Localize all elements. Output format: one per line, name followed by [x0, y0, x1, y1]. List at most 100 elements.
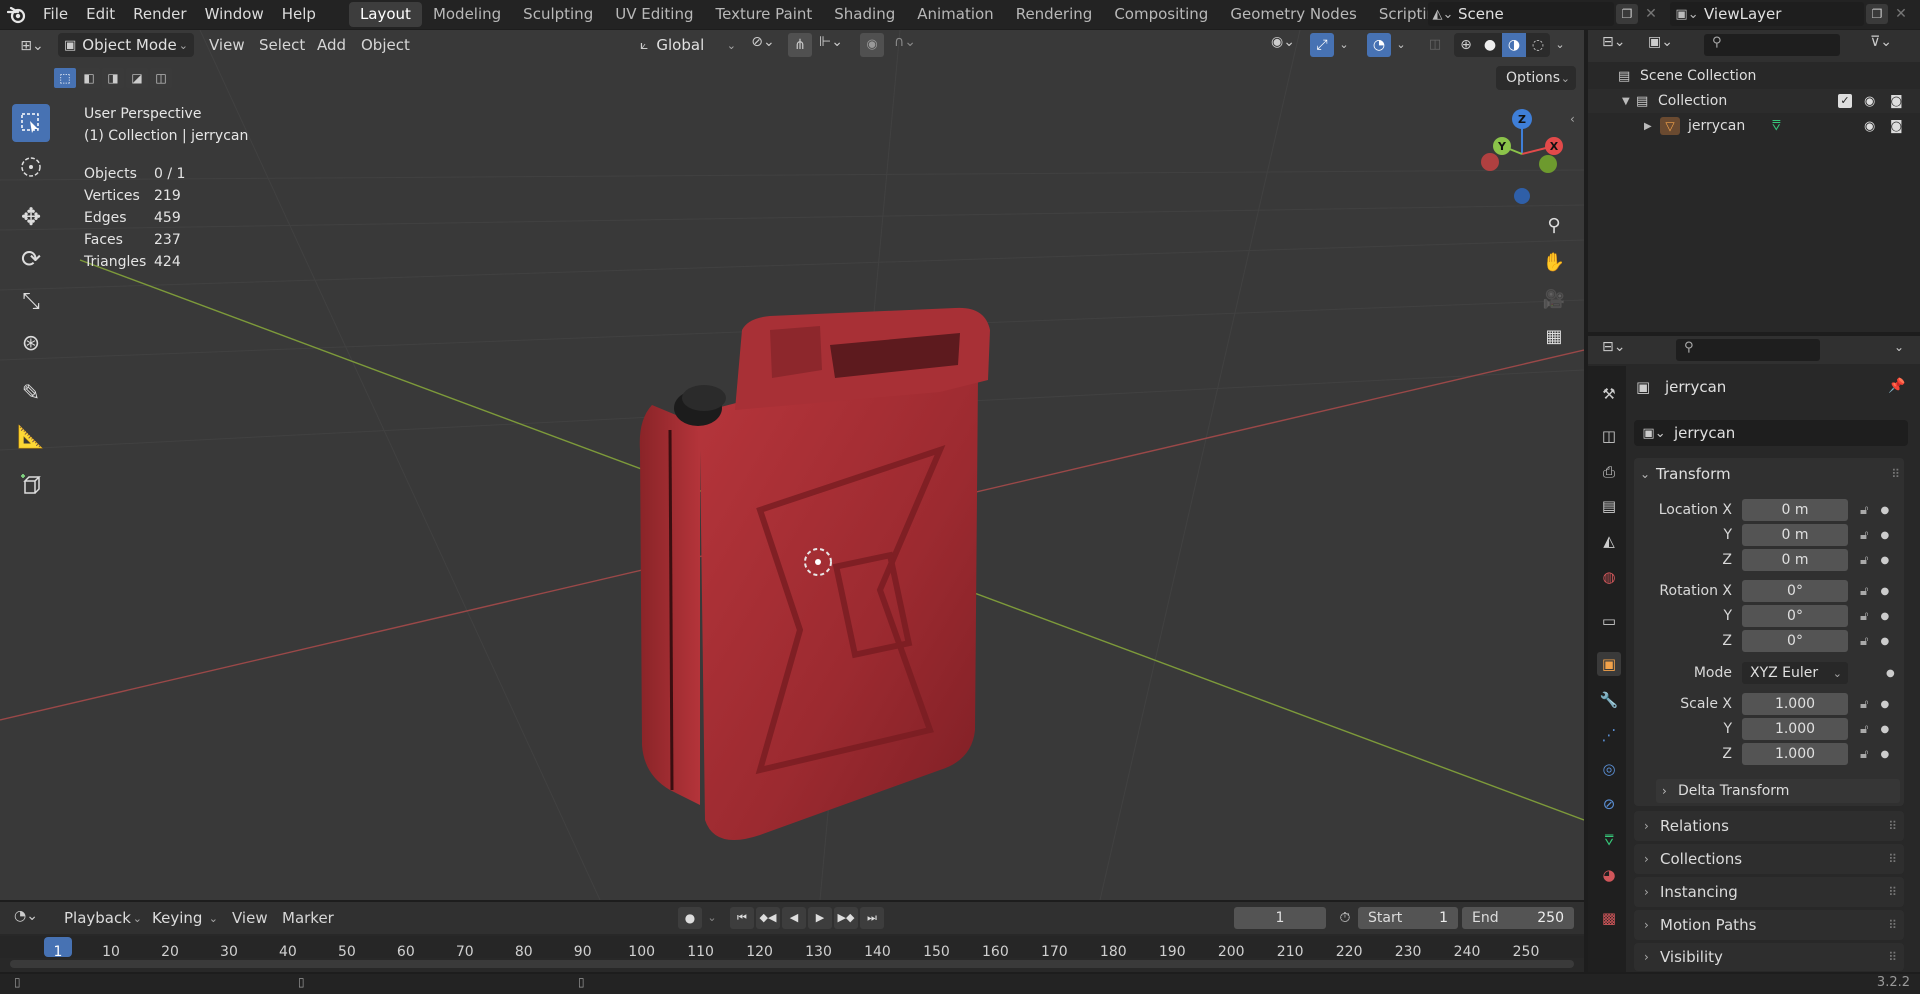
prev-keyframe-icon[interactable]: ◆◀	[756, 907, 780, 929]
rendered-shading-icon[interactable]: ◌	[1526, 33, 1550, 57]
select-extend-icon[interactable]: ◧	[78, 68, 100, 88]
tab-layout[interactable]: Layout	[348, 2, 422, 27]
render-tab-icon[interactable]: ◫	[1597, 424, 1621, 448]
timeline-view-menu[interactable]: View	[232, 909, 268, 927]
navigation-gizmo[interactable]: Z X Y	[1474, 108, 1570, 204]
options-button[interactable]: Options ⌄	[1496, 66, 1576, 90]
chevron-down-icon[interactable]: ⌄	[1894, 340, 1904, 354]
drag-handle-icon[interactable]: ⠿	[1891, 467, 1900, 481]
rotate-tool-icon[interactable]: ⟳	[12, 240, 50, 278]
overlay-toggle-icon[interactable]: ◔	[1367, 33, 1391, 57]
eye-icon[interactable]: ◉	[1864, 119, 1875, 134]
overlay-dropdown-icon[interactable]: ⌄	[1393, 34, 1409, 56]
select-menu[interactable]: Select	[259, 36, 305, 54]
material-tab-icon[interactable]: ◕	[1597, 863, 1621, 887]
outliner-row-collection[interactable]: ▼ ▤ Collection ✓ ◉ ◙	[1588, 89, 1920, 113]
drag-handle-icon[interactable]: ⠿	[1888, 885, 1897, 899]
world-tab-icon[interactable]: ◍	[1597, 565, 1621, 589]
new-view-layer-icon[interactable]: ❐	[1866, 4, 1888, 24]
rotation-x-field[interactable]: 0°	[1742, 580, 1848, 602]
keying-menu[interactable]: Keying ⌄	[146, 906, 218, 930]
mode-selector[interactable]: ▣ Object Mode ⌄	[58, 33, 194, 57]
menu-edit[interactable]: Edit	[77, 0, 124, 29]
playback-menu[interactable]: Playback ⌄	[58, 906, 142, 930]
stopwatch-icon[interactable]: ⏱	[1334, 907, 1356, 929]
keyframe-dot-icon[interactable]: ●	[1880, 611, 1889, 622]
rotation-y-field[interactable]: 0°	[1742, 605, 1848, 627]
keyframe-dot-icon[interactable]: ●	[1880, 699, 1889, 710]
relations-panel[interactable]: › Relations ⠿	[1634, 811, 1904, 841]
outliner-row-jerrycan[interactable]: ▶ ▽ jerrycan ⩢ ◉ ◙	[1588, 114, 1920, 138]
motion-paths-panel[interactable]: › Motion Paths ⠿	[1634, 910, 1904, 940]
expand-arrow-icon[interactable]: ▼	[1622, 96, 1636, 107]
add-menu[interactable]: Add	[317, 36, 346, 54]
falloff-icon[interactable]: ∩⌄	[888, 34, 922, 56]
end-frame-field[interactable]: End 250	[1462, 907, 1574, 929]
location-z-field[interactable]: 0 m	[1742, 549, 1848, 571]
editor-type-button[interactable]: ⊟⌄	[1602, 34, 1625, 50]
visibility-filter-icon[interactable]: ◉⌄	[1266, 34, 1300, 56]
constraints-tab-icon[interactable]: ⊘	[1597, 792, 1621, 816]
camera-icon[interactable]: ◙	[1890, 119, 1903, 134]
camera-icon[interactable]: ◙	[1890, 94, 1903, 109]
location-y-field[interactable]: 0 m	[1742, 524, 1848, 546]
add-cube-tool-icon[interactable]	[12, 466, 50, 504]
lock-icon[interactable]: 🔓︎	[1860, 609, 1868, 624]
filter-icon[interactable]: ⊽⌄	[1870, 34, 1892, 50]
rotation-mode-dropdown[interactable]: XYZ Euler ⌄	[1742, 662, 1848, 684]
data-tab-icon[interactable]: ⩢	[1597, 828, 1621, 852]
record-button-icon[interactable]: ●	[678, 907, 702, 929]
select-subtract-icon[interactable]: ◨	[102, 68, 124, 88]
current-frame-field[interactable]: 1	[1234, 907, 1326, 929]
instancing-panel[interactable]: › Instancing ⠿	[1634, 877, 1904, 907]
delete-scene-icon[interactable]: ✕	[1640, 4, 1662, 24]
orientation-selector[interactable]: ⟀ Global ⌄	[640, 33, 736, 57]
drag-handle-icon[interactable]: ⠿	[1888, 852, 1897, 866]
sidebar-toggle-icon[interactable]: ‹	[1570, 112, 1582, 132]
snap-toggle-icon[interactable]: ⋔	[788, 33, 812, 57]
keyframe-dot-icon[interactable]: ●	[1886, 668, 1895, 679]
scale-z-field[interactable]: 1.000	[1742, 743, 1848, 765]
select-intersect-icon[interactable]: ◫	[150, 68, 172, 88]
collections-panel[interactable]: › Collections ⠿	[1634, 844, 1904, 874]
keyframe-dot-icon[interactable]: ●	[1880, 555, 1889, 566]
shading-dropdown-icon[interactable]: ⌄	[1552, 34, 1568, 56]
tab-shading[interactable]: Shading	[823, 2, 906, 27]
lock-icon[interactable]: 🔓︎	[1860, 697, 1868, 712]
xray-toggle-icon[interactable]: ◫	[1424, 34, 1446, 56]
jump-end-icon[interactable]: ⏭	[860, 907, 884, 929]
proportional-edit-icon[interactable]: ◉	[860, 33, 884, 57]
scene-selector[interactable]: ◭⌄ Scene	[1428, 2, 1614, 26]
material-shading-icon[interactable]: ◑	[1502, 33, 1526, 57]
scale-y-field[interactable]: 1.000	[1742, 718, 1848, 740]
lock-icon[interactable]: 🔓︎	[1860, 553, 1868, 568]
texture-tab-icon[interactable]: ▩	[1597, 906, 1621, 930]
wireframe-shading-icon[interactable]: ⊕	[1454, 33, 1478, 57]
display-mode-button[interactable]: ▣⌄	[1648, 34, 1673, 50]
lock-icon[interactable]: 🔓︎	[1860, 528, 1868, 543]
keyframe-dot-icon[interactable]: ●	[1880, 586, 1889, 597]
delta-transform-subpanel[interactable]: › Delta Transform	[1656, 779, 1900, 803]
tab-uv-editing[interactable]: UV Editing	[604, 2, 704, 27]
output-tab-icon[interactable]: ⎙	[1597, 460, 1621, 484]
drag-handle-icon[interactable]: ⠿	[1888, 918, 1897, 932]
editor-type-button[interactable]: ◔⌄	[14, 908, 38, 924]
lock-icon[interactable]: 🔓︎	[1860, 722, 1868, 737]
modifier-tab-icon[interactable]: 🔧	[1597, 688, 1621, 712]
viewport-3d[interactable]: ⊞⌄ ▣ Object Mode ⌄ View Select Add Objec…	[0, 30, 1584, 900]
timeline-scrollbar[interactable]	[10, 960, 1574, 968]
cursor-tool-icon[interactable]	[12, 148, 50, 186]
new-scene-icon[interactable]: ❐	[1616, 4, 1638, 24]
play-icon[interactable]: ▶	[808, 907, 832, 929]
jump-start-icon[interactable]: ⏮	[730, 907, 754, 929]
pan-hand-icon[interactable]: ✋	[1540, 249, 1568, 277]
keyframe-dot-icon[interactable]: ●	[1880, 530, 1889, 541]
keyframe-dot-icon[interactable]: ●	[1880, 636, 1889, 647]
scale-x-field[interactable]: 1.000	[1742, 693, 1848, 715]
marker-menu[interactable]: Marker	[282, 909, 334, 927]
tab-sculpting[interactable]: Sculpting	[512, 2, 604, 27]
scale-tool-icon[interactable]: ⤡	[12, 282, 50, 320]
menu-window[interactable]: Window	[196, 0, 273, 29]
lock-icon[interactable]: 🔓︎	[1860, 634, 1868, 649]
gizmo-toggle-icon[interactable]: ⤢	[1310, 33, 1334, 57]
